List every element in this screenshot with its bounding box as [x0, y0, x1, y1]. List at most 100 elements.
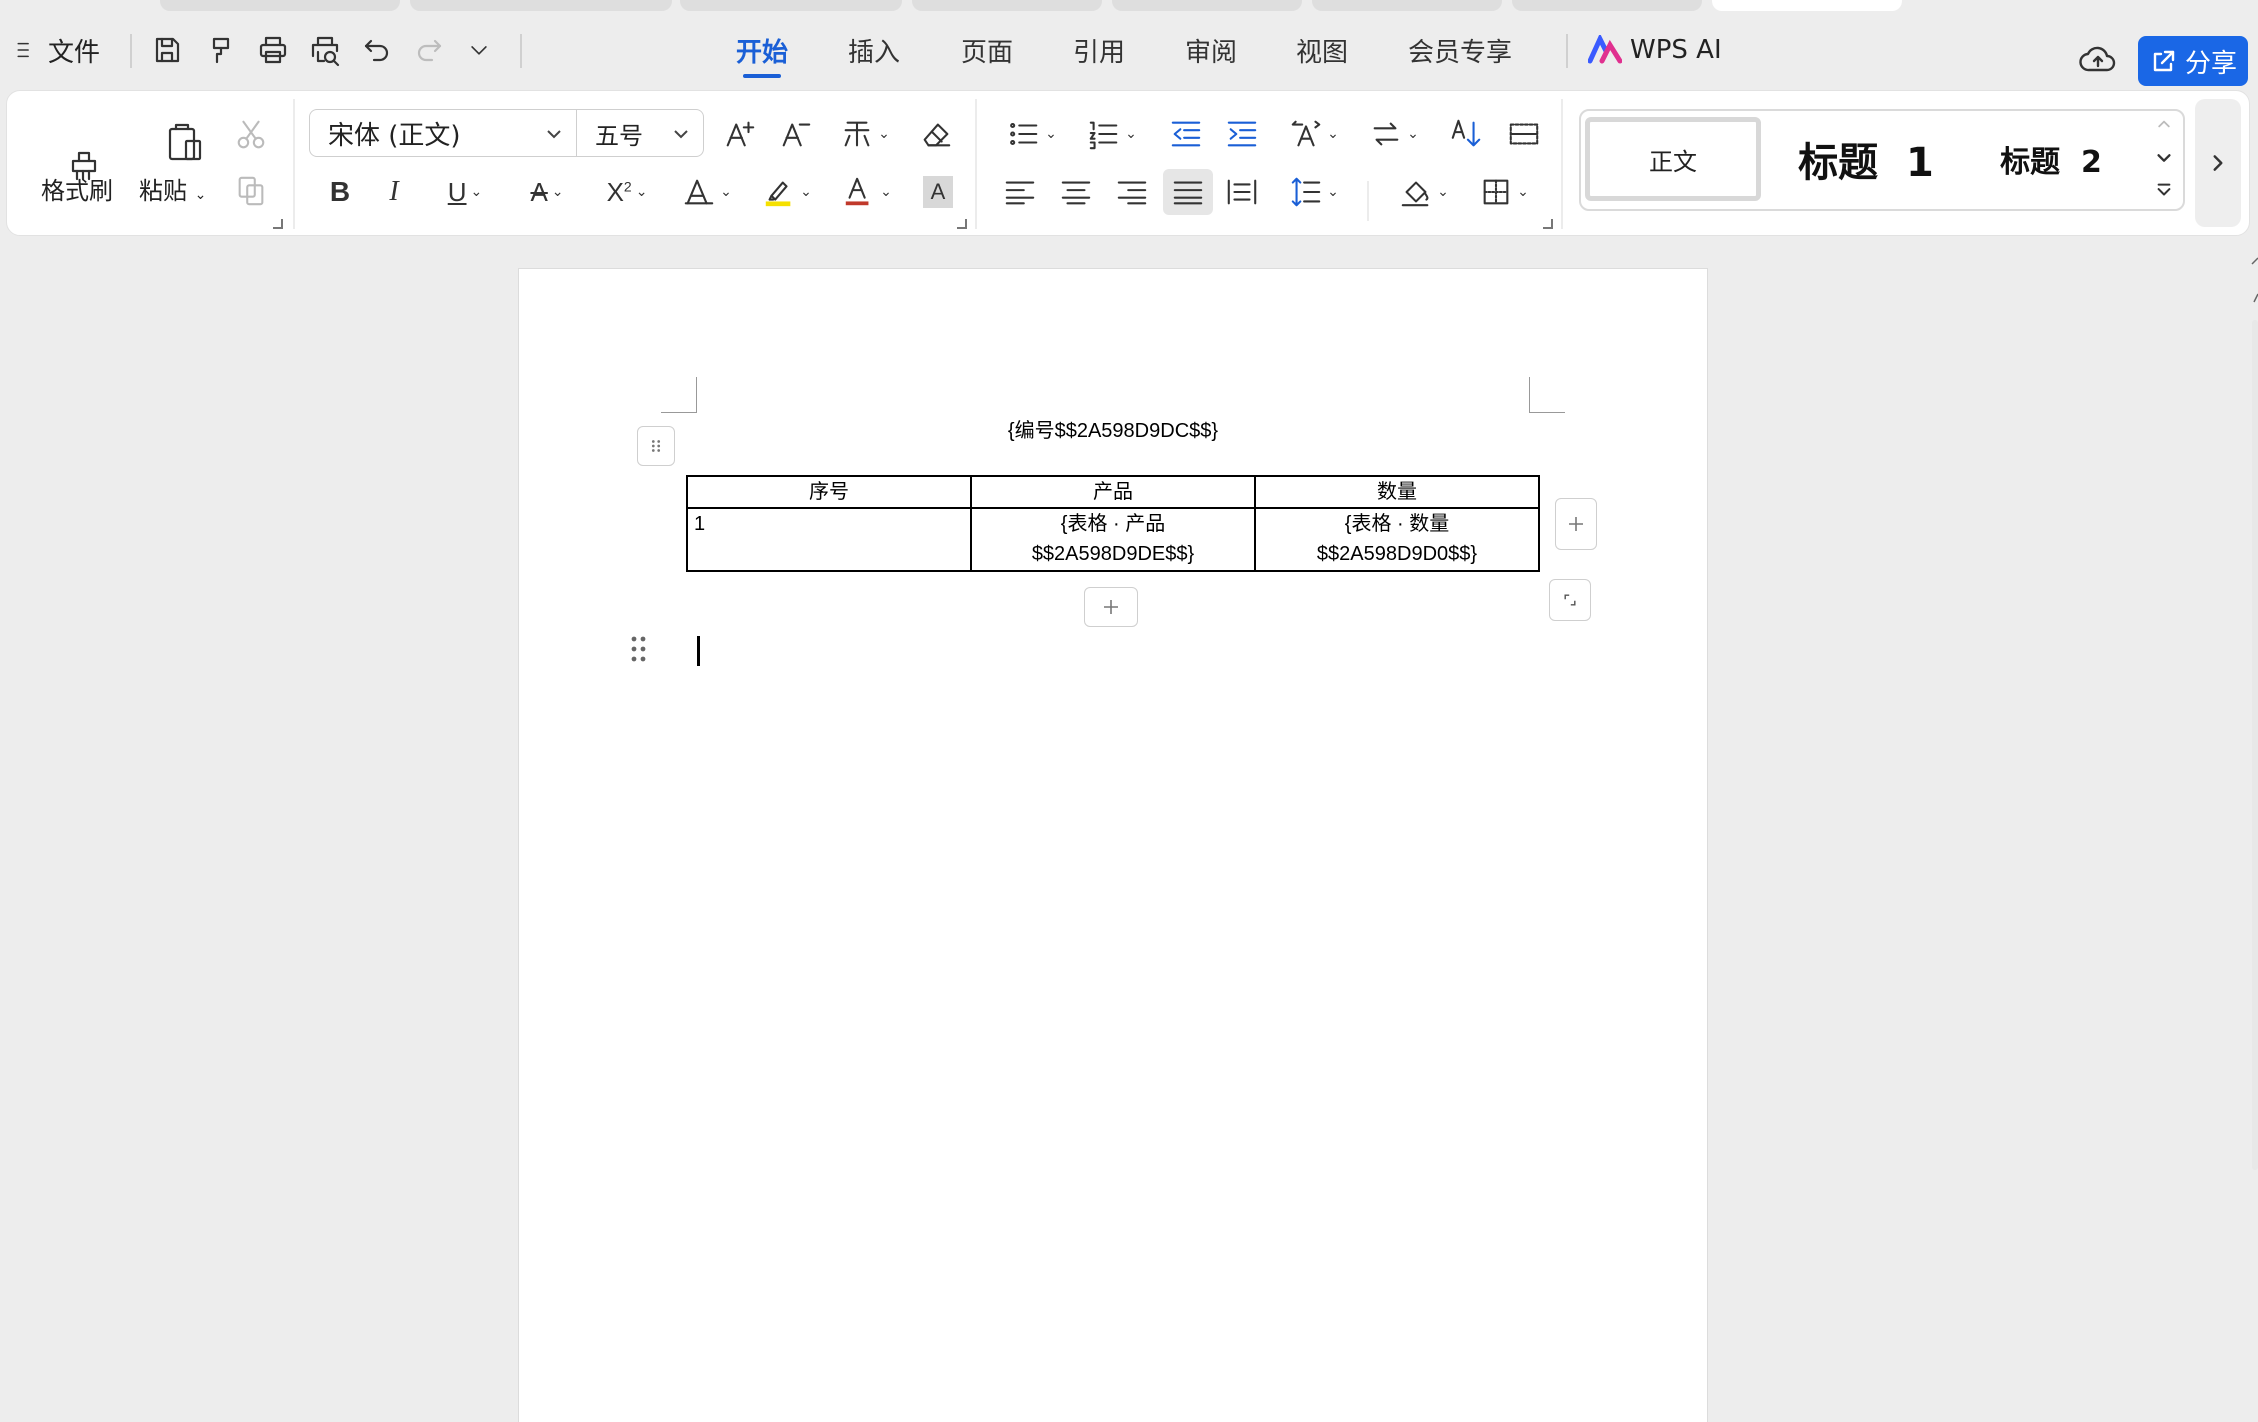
save-button[interactable] [150, 24, 184, 76]
align-center-icon [1061, 181, 1091, 205]
distribute-button[interactable] [1221, 171, 1263, 213]
underline-button[interactable]: U ⌄ [433, 171, 497, 213]
copy-button[interactable] [231, 171, 271, 211]
text-direction-icon [1291, 120, 1321, 147]
decrease-indent-button[interactable] [1165, 113, 1207, 155]
table-header-cell[interactable]: 产品 [970, 475, 1256, 509]
window-tab[interactable] [410, 0, 672, 11]
share-button[interactable]: 分享 [2138, 36, 2248, 86]
add-row-button[interactable] [1084, 587, 1138, 627]
window-tab[interactable] [1312, 0, 1502, 11]
paint-bucket-icon [1401, 181, 1429, 207]
tab-view[interactable]: 视图 [1290, 22, 1354, 78]
tab-member[interactable]: 会员专享 [1404, 22, 1516, 78]
font-size-value: 五号 [595, 121, 643, 150]
font-name-value: 宋体 (正文) [328, 120, 461, 151]
bullet-list-button[interactable]: ⌄ [1001, 113, 1063, 155]
side-panel-icon [2251, 257, 2258, 303]
grow-font-button[interactable] [719, 113, 761, 155]
file-menu-button[interactable]: 文件 [14, 24, 100, 76]
line-spacing-icon [1291, 177, 1321, 207]
wps-ai-button[interactable]: WPS AI [1588, 22, 1722, 78]
strikethrough-button[interactable]: A ⌄ [515, 171, 579, 213]
paragraph-dialog-launcher[interactable] [1543, 219, 1553, 229]
cloud-sync-button[interactable] [2078, 40, 2118, 80]
print-preview-button[interactable] [308, 24, 342, 76]
ribbon-scroll-right[interactable] [2195, 99, 2241, 227]
line-spacing-button[interactable]: ⌄ [1283, 171, 1345, 213]
side-panel-handle[interactable] [2250, 256, 2258, 306]
align-left-button[interactable] [999, 171, 1041, 213]
window-tab[interactable] [1512, 0, 1702, 11]
clear-format-button[interactable] [915, 113, 957, 155]
justify-button[interactable] [1163, 169, 1213, 215]
clipboard-dialog-launcher[interactable] [273, 219, 283, 229]
style-heading1[interactable]: 标题 1 [1781, 117, 1951, 201]
numbered-list-button[interactable]: ⌄ [1081, 113, 1143, 155]
strikethrough-icon: A [530, 176, 548, 207]
borders-button[interactable]: ⌄ [1473, 171, 1535, 213]
text-direction-button[interactable]: ⌄ [1283, 113, 1345, 155]
character-shading-icon: A [923, 176, 953, 208]
paragraph-direction-button[interactable]: ⌄ [1363, 113, 1425, 155]
table-cell[interactable]: 1 [686, 507, 972, 572]
table-cell[interactable]: {表格 · 产品 $$2A598D9DE$$} [970, 507, 1256, 572]
wps-ai-logo-icon [1588, 35, 1622, 64]
styles-scroll-down[interactable] [2151, 145, 2177, 171]
window-tab-active[interactable] [1712, 0, 1902, 11]
table-cell[interactable]: {表格 · 数量 $$2A598D9D0$$} [1254, 507, 1540, 572]
tab-insert[interactable]: 插入 [842, 22, 906, 78]
table-header-cell[interactable]: 数量 [1254, 475, 1540, 509]
sort-button[interactable] [1445, 113, 1487, 155]
text-effect-button[interactable]: ⌄ [675, 171, 739, 213]
document-title-field[interactable]: {编号$$2A598D9DC$$} [519, 414, 1707, 443]
table-move-handle[interactable] [637, 426, 675, 466]
distribute-icon [1227, 179, 1257, 205]
share-label: 分享 [2184, 48, 2237, 79]
resize-icon [1564, 594, 1576, 606]
shrink-font-button[interactable] [775, 113, 817, 155]
document-page[interactable]: {编号$$2A598D9DC$$} 序号 产品 数量 1 {表格 · 产品 $$… [518, 268, 1708, 1422]
print-button[interactable] [256, 24, 290, 76]
font-color-button[interactable]: ⌄ [835, 171, 899, 213]
format-painter-quick-button[interactable] [204, 24, 238, 76]
table-header-cell[interactable]: 序号 [686, 475, 972, 509]
redo-button[interactable] [412, 24, 446, 76]
phonetic-guide-button[interactable]: ⌄ [833, 113, 897, 155]
highlighter-icon [765, 181, 791, 207]
increase-indent-button[interactable] [1221, 113, 1263, 155]
window-tab[interactable] [1112, 0, 1302, 11]
undo-button[interactable] [360, 24, 394, 76]
vertical-scrollbar[interactable] [2252, 320, 2258, 1170]
align-right-button[interactable] [1111, 171, 1153, 213]
tab-references[interactable]: 引用 [1067, 22, 1131, 78]
tab-review[interactable]: 审阅 [1179, 22, 1243, 78]
paragraph-drag-handle-icon[interactable] [629, 633, 649, 665]
font-dialog-launcher[interactable] [957, 219, 967, 229]
bold-button[interactable]: B [319, 171, 361, 213]
table-resize-handle[interactable] [1549, 579, 1591, 621]
tab-page[interactable]: 页面 [955, 22, 1019, 78]
style-heading2[interactable]: 标题 2 [1971, 117, 2131, 201]
style-normal[interactable]: 正文 [1585, 117, 1761, 201]
window-tab[interactable] [160, 0, 400, 11]
swap-direction-icon [1373, 122, 1399, 146]
cut-button[interactable] [231, 115, 271, 155]
quick-access-more-button[interactable] [466, 24, 492, 76]
tab-home[interactable]: 开始 [730, 22, 794, 78]
align-center-button[interactable] [1055, 171, 1097, 213]
superscript-button[interactable]: X2 ⌄ [595, 171, 659, 213]
character-shading-button[interactable]: A [917, 171, 959, 213]
font-size-dropdown[interactable]: 五号 [576, 109, 704, 157]
font-name-dropdown[interactable]: 宋体 (正文) [309, 109, 577, 157]
styles-expand[interactable] [2151, 177, 2177, 203]
highlight-button[interactable]: ⌄ [755, 171, 819, 213]
share-icon [2153, 50, 2175, 72]
window-tab[interactable] [680, 0, 902, 11]
shading-button[interactable]: ⌄ [1393, 171, 1455, 213]
italic-button[interactable]: I [373, 171, 415, 213]
window-tab[interactable] [912, 0, 1102, 11]
add-column-button[interactable] [1555, 498, 1597, 550]
styles-scroll-up[interactable] [2151, 111, 2177, 137]
show-hide-marks-button[interactable] [1503, 113, 1545, 155]
